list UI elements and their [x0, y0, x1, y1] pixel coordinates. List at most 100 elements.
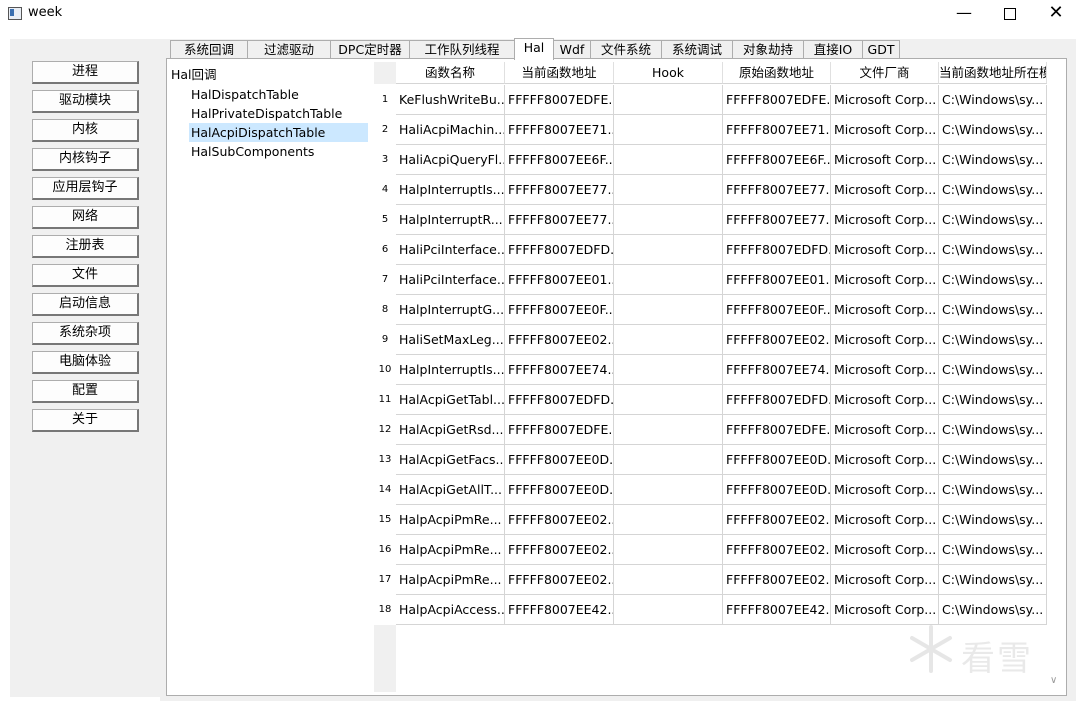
row-number[interactable]: 5	[374, 205, 396, 235]
sidebar-button-7[interactable]: 文件	[32, 264, 139, 287]
sidebar-button-4[interactable]: 应用层钩子	[32, 177, 139, 200]
table-cell[interactable]: FFFFF8007EDFD...	[723, 385, 831, 415]
table-cell[interactable]: Microsoft Corp...	[831, 355, 939, 385]
tab-8[interactable]: 对象劫持	[732, 40, 804, 58]
table-cell[interactable]: Microsoft Corp...	[831, 325, 939, 355]
table-cell[interactable]: C:\Windows\sy...	[939, 415, 1047, 445]
sidebar-button-10[interactable]: 电脑体验	[32, 351, 139, 374]
column-header-1[interactable]: 当前函数地址	[505, 62, 614, 84]
table-cell[interactable]: KeFlushWriteBu...	[396, 85, 505, 115]
table-cell[interactable]: FFFFF8007EE6F...	[723, 145, 831, 175]
tree-item-0[interactable]: HalDispatchTable	[189, 85, 301, 104]
table-cell[interactable]: Microsoft Corp...	[831, 415, 939, 445]
sidebar-button-6[interactable]: 注册表	[32, 235, 139, 258]
table-cell[interactable]: Microsoft Corp...	[831, 475, 939, 505]
table-cell[interactable]: HalAcpiGetFacs...	[396, 445, 505, 475]
table-cell[interactable]: HalpAcpiPmRe...	[396, 505, 505, 535]
minimize-button[interactable]: —	[941, 0, 987, 28]
table-cell[interactable]: FFFFF8007EE77...	[723, 175, 831, 205]
table-cell[interactable]: HaliAcpiQueryFl...	[396, 145, 505, 175]
table-cell[interactable]: FFFFF8007EE02...	[505, 535, 614, 565]
row-number[interactable]: 18	[374, 595, 396, 625]
table-cell[interactable]: Microsoft Corp...	[831, 145, 939, 175]
column-header-5[interactable]: 当前函数地址所在模块	[939, 62, 1047, 84]
table-cell[interactable]: FFFFF8007EE02...	[505, 505, 614, 535]
table-cell[interactable]: C:\Windows\sy...	[939, 115, 1047, 145]
table-cell[interactable]	[614, 535, 723, 565]
table-cell[interactable]: FFFFF8007EE02...	[723, 325, 831, 355]
table-cell[interactable]: FFFFF8007EDFD...	[723, 235, 831, 265]
tab-2[interactable]: DPC定时器	[330, 40, 410, 58]
table-cell[interactable]: FFFFF8007EDFD...	[505, 385, 614, 415]
table-cell[interactable]: Microsoft Corp...	[831, 265, 939, 295]
table-cell[interactable]	[614, 295, 723, 325]
table-cell[interactable]: C:\Windows\sy...	[939, 505, 1047, 535]
table-cell[interactable]: C:\Windows\sy...	[939, 385, 1047, 415]
table-cell[interactable]: FFFFF8007EE02...	[723, 535, 831, 565]
maximize-button[interactable]	[987, 0, 1033, 28]
table-cell[interactable]: Microsoft Corp...	[831, 535, 939, 565]
table-cell[interactable]: C:\Windows\sy...	[939, 205, 1047, 235]
row-number[interactable]: 9	[374, 325, 396, 355]
table-cell[interactable]: Microsoft Corp...	[831, 385, 939, 415]
table-cell[interactable]	[614, 85, 723, 115]
table-cell[interactable]: HaliPciInterface...	[396, 265, 505, 295]
table-cell[interactable]: HalAcpiGetTabl...	[396, 385, 505, 415]
row-number[interactable]: 4	[374, 175, 396, 205]
table-cell[interactable]: HaliSetMaxLeg...	[396, 325, 505, 355]
table-cell[interactable]: FFFFF8007EE01...	[505, 265, 614, 295]
table-cell[interactable]	[614, 475, 723, 505]
sidebar-button-3[interactable]: 内核钩子	[32, 148, 139, 171]
table-cell[interactable]	[614, 415, 723, 445]
table-cell[interactable]: HalpAcpiPmRe...	[396, 565, 505, 595]
table-cell[interactable]: FFFFF8007EE0F...	[723, 295, 831, 325]
table-cell[interactable]: Microsoft Corp...	[831, 595, 939, 625]
table-cell[interactable]: Microsoft Corp...	[831, 205, 939, 235]
table-cell[interactable]: Microsoft Corp...	[831, 115, 939, 145]
table-cell[interactable]: FFFFF8007EE01...	[723, 265, 831, 295]
row-number[interactable]: 16	[374, 535, 396, 565]
table-cell[interactable]: C:\Windows\sy...	[939, 535, 1047, 565]
row-number[interactable]: 14	[374, 475, 396, 505]
table-cell[interactable]: C:\Windows\sy...	[939, 145, 1047, 175]
table-cell[interactable]: FFFFF8007EE71...	[723, 115, 831, 145]
sidebar-button-1[interactable]: 驱动模块	[32, 90, 139, 113]
row-number[interactable]: 11	[374, 385, 396, 415]
table-cell[interactable]: FFFFF8007EE02...	[723, 565, 831, 595]
table-cell[interactable]: FFFFF8007EE42...	[505, 595, 614, 625]
table-cell[interactable]	[614, 325, 723, 355]
table-cell[interactable]: FFFFF8007EDFE...	[723, 85, 831, 115]
sidebar-button-0[interactable]: 进程	[32, 61, 139, 84]
tab-6[interactable]: 文件系统	[590, 40, 662, 58]
table-cell[interactable]: FFFFF8007EE42...	[723, 595, 831, 625]
tab-10[interactable]: GDT	[862, 40, 900, 58]
row-number[interactable]: 6	[374, 235, 396, 265]
tab-3[interactable]: 工作队列线程	[409, 40, 515, 58]
table-cell[interactable]	[614, 445, 723, 475]
table-cell[interactable]: HaliAcpiMachin...	[396, 115, 505, 145]
table-cell[interactable]: FFFFF8007EDFE...	[505, 415, 614, 445]
row-number[interactable]: 7	[374, 265, 396, 295]
table-cell[interactable]: HalpInterruptR...	[396, 205, 505, 235]
tab-1[interactable]: 过滤驱动	[247, 40, 331, 58]
table-cell[interactable]: C:\Windows\sy...	[939, 445, 1047, 475]
row-number[interactable]: 8	[374, 295, 396, 325]
table-cell[interactable]: FFFFF8007EE0D...	[723, 445, 831, 475]
tab-4[interactable]: Hal	[514, 38, 554, 60]
table-cell[interactable]	[614, 505, 723, 535]
row-number[interactable]: 15	[374, 505, 396, 535]
table-cell[interactable]: FFFFF8007EE02...	[505, 565, 614, 595]
table-cell[interactable]: HalpAcpiAccess...	[396, 595, 505, 625]
table-cell[interactable]	[614, 595, 723, 625]
close-button[interactable]: ✕	[1033, 0, 1076, 28]
table-cell[interactable]	[614, 565, 723, 595]
table-cell[interactable]: C:\Windows\sy...	[939, 565, 1047, 595]
table-cell[interactable]: Microsoft Corp...	[831, 445, 939, 475]
table-cell[interactable]: FFFFF8007EE6F...	[505, 145, 614, 175]
table-cell[interactable]: Microsoft Corp...	[831, 295, 939, 325]
table-cell[interactable]: FFFFF8007EE02...	[723, 505, 831, 535]
tree-item-3[interactable]: HalSubComponents	[189, 142, 316, 161]
row-number[interactable]: 2	[374, 115, 396, 145]
table-cell[interactable]: FFFFF8007EE74...	[505, 355, 614, 385]
row-number[interactable]: 12	[374, 415, 396, 445]
